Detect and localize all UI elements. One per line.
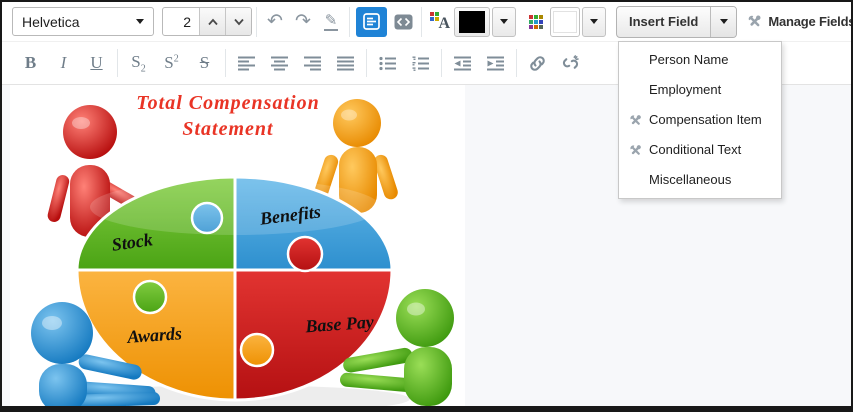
code-view-icon bbox=[394, 14, 412, 29]
align-right-icon bbox=[303, 56, 321, 70]
toolbar-separator bbox=[516, 49, 517, 77]
align-justify-icon bbox=[336, 56, 354, 70]
toolbar-separator bbox=[349, 6, 350, 37]
rich-text-mode-button[interactable] bbox=[356, 6, 387, 37]
align-center-icon bbox=[270, 56, 288, 70]
image-title-line1: Total Compensation bbox=[136, 92, 319, 114]
bold-button[interactable]: B bbox=[14, 47, 47, 79]
redo-icon: ↷ bbox=[295, 11, 311, 32]
tools-icon bbox=[630, 144, 641, 155]
font-color-icon: A bbox=[430, 11, 450, 32]
total-compensation-image[interactable]: Total Compensation Statement Stock Benef… bbox=[10, 85, 465, 406]
font-size-value: 2 bbox=[183, 13, 191, 30]
segment-label-awards: Awards bbox=[126, 323, 183, 347]
menu-item-conditional-text[interactable]: Conditional Text bbox=[619, 135, 781, 165]
current-font-color-swatch[interactable] bbox=[454, 6, 490, 37]
insert-field-dropdown-button[interactable] bbox=[710, 6, 737, 37]
tools-icon bbox=[630, 114, 641, 125]
remove-format-button[interactable]: ✎ bbox=[317, 7, 345, 37]
link-icon bbox=[530, 55, 545, 71]
font-size-increase-button[interactable] bbox=[199, 8, 225, 35]
toolbar-separator bbox=[441, 49, 442, 77]
white-color-swatch bbox=[553, 10, 577, 33]
black-color-swatch bbox=[459, 10, 485, 33]
editor-window: Helvetica 2 ↶ ↷ ✎ A Insert Field Person … bbox=[0, 0, 853, 412]
indent-icon bbox=[486, 56, 504, 70]
insert-link-button[interactable] bbox=[521, 47, 554, 79]
chevron-up-icon bbox=[207, 18, 218, 25]
numbered-list-button[interactable] bbox=[404, 47, 437, 79]
italic-button[interactable]: I bbox=[47, 47, 80, 79]
tools-icon bbox=[749, 15, 761, 27]
toolbar-separator bbox=[421, 6, 422, 37]
puzzle-knob-orange bbox=[239, 332, 275, 368]
subscript-button[interactable]: S2 bbox=[122, 47, 155, 79]
manage-fields-button[interactable]: Manage Fields bbox=[746, 13, 853, 30]
insert-field-button-group: Insert Field bbox=[616, 5, 738, 38]
image-title-line2: Statement bbox=[182, 118, 274, 140]
chevron-down-icon bbox=[719, 19, 728, 24]
chevron-down-icon bbox=[590, 19, 598, 24]
source-code-button[interactable] bbox=[389, 7, 417, 37]
manage-fields-label: Manage Fields bbox=[768, 14, 853, 29]
menu-item-person-name[interactable]: Person Name bbox=[619, 45, 781, 75]
menu-item-employment[interactable]: Employment bbox=[619, 75, 781, 105]
bullet-list-icon bbox=[378, 56, 396, 70]
toolbar-separator bbox=[117, 49, 118, 77]
toolbar-separator bbox=[366, 49, 367, 77]
redo-button[interactable]: ↷ bbox=[289, 7, 317, 37]
puzzle-knob-red bbox=[286, 235, 324, 273]
insert-field-wrap: Insert Field Person Name Employment Comp… bbox=[616, 5, 782, 199]
toolbar-row-1: Helvetica 2 ↶ ↷ ✎ A Insert Field Person … bbox=[2, 2, 853, 199]
align-left-icon bbox=[237, 56, 255, 70]
current-highlight-color-swatch[interactable] bbox=[550, 6, 580, 37]
align-justify-button[interactable] bbox=[329, 47, 362, 79]
font-size-stepper: 2 bbox=[162, 7, 252, 36]
color-grid-icon bbox=[529, 14, 543, 29]
toolbar-separator bbox=[256, 6, 257, 37]
font-color-button[interactable]: A bbox=[426, 7, 454, 37]
align-center-button[interactable] bbox=[263, 47, 296, 79]
font-size-decrease-button[interactable] bbox=[225, 8, 251, 35]
indent-button[interactable] bbox=[479, 47, 512, 79]
document-lines-icon bbox=[363, 13, 380, 30]
insert-field-button[interactable]: Insert Field bbox=[617, 7, 710, 37]
underline-button[interactable]: U bbox=[80, 47, 113, 79]
strikethrough-button[interactable]: S bbox=[188, 47, 221, 79]
align-left-button[interactable] bbox=[230, 47, 263, 79]
font-family-select[interactable]: Helvetica bbox=[12, 7, 154, 36]
numbered-list-icon bbox=[412, 56, 429, 71]
outdent-button[interactable] bbox=[446, 47, 479, 79]
unlink-icon bbox=[562, 54, 579, 69]
undo-icon: ↶ bbox=[267, 11, 283, 32]
highlight-color-button[interactable] bbox=[522, 7, 550, 37]
superscript-button[interactable]: S2 bbox=[155, 47, 188, 79]
font-color-dropdown-button[interactable] bbox=[492, 6, 516, 37]
eraser-icon: ✎ bbox=[323, 11, 339, 31]
chevron-down-icon bbox=[500, 19, 508, 24]
align-right-button[interactable] bbox=[296, 47, 329, 79]
highlight-color-dropdown-button[interactable] bbox=[582, 6, 606, 37]
puzzle-knob-green bbox=[132, 279, 168, 315]
bullet-list-button[interactable] bbox=[371, 47, 404, 79]
insert-field-menu: Person Name Employment Compensation Item bbox=[618, 40, 782, 199]
chevron-down-icon bbox=[136, 19, 144, 24]
toolbar-separator bbox=[225, 49, 226, 77]
menu-item-compensation-item[interactable]: Compensation Item bbox=[619, 105, 781, 135]
remove-link-button[interactable] bbox=[554, 47, 587, 79]
menu-item-miscellaneous[interactable]: Miscellaneous bbox=[619, 165, 781, 195]
outdent-icon bbox=[453, 56, 471, 70]
font-family-value: Helvetica bbox=[22, 13, 80, 30]
undo-button[interactable]: ↶ bbox=[261, 7, 289, 37]
chevron-down-icon bbox=[233, 18, 244, 25]
